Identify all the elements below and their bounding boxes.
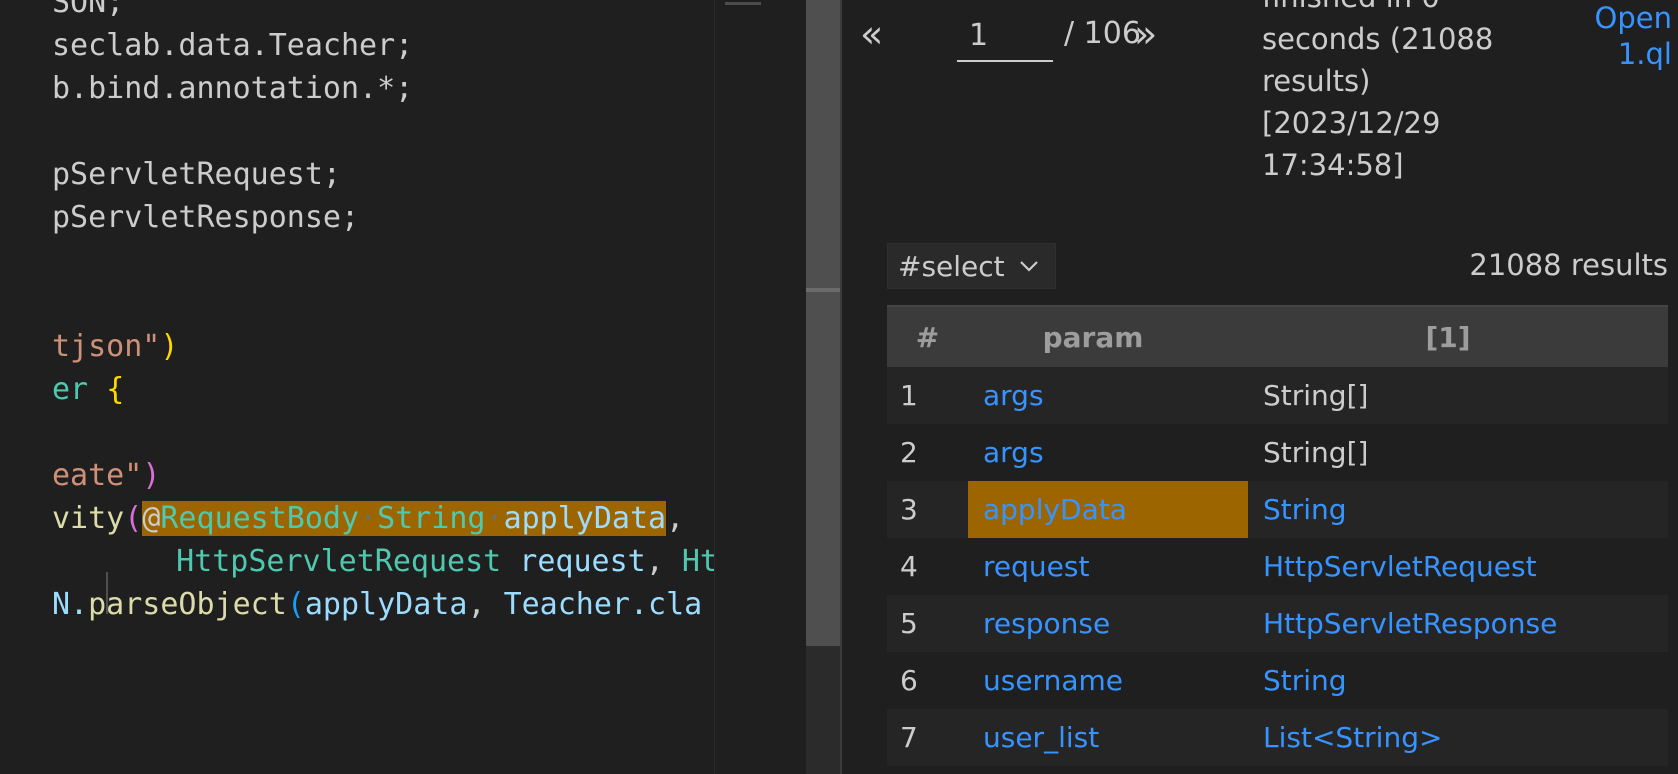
- result-set-select-label: #select: [898, 249, 1005, 283]
- row-index: 6: [900, 664, 918, 697]
- code-token: (: [286, 587, 305, 622]
- table-row[interactable]: 7 user_list List<String>: [887, 709, 1668, 766]
- code-token: pServletResponse;: [52, 200, 360, 235]
- code-token: RequestBody: [160, 501, 360, 536]
- code-token: b.bind.annotation.*;: [52, 71, 414, 106]
- code-token: tjson": [52, 329, 161, 364]
- code-token: pServletRequest;: [52, 157, 341, 192]
- code-token: ,: [645, 544, 682, 579]
- code-token: {: [106, 372, 125, 407]
- code-token: eate": [52, 458, 143, 493]
- code-token: (: [124, 501, 143, 536]
- table-header: # param [1]: [887, 305, 1668, 367]
- code-token: ·: [485, 501, 504, 536]
- chevron-down-icon: [1019, 260, 1039, 272]
- code-line[interactable]: er {: [52, 369, 124, 411]
- code-token: request: [519, 544, 646, 579]
- page-total: / 106: [1064, 16, 1141, 51]
- row-index: 2: [900, 436, 918, 469]
- next-page-button[interactable]: »: [1134, 12, 1157, 56]
- code-line[interactable]: SON;: [52, 0, 124, 24]
- param-link[interactable]: applyData: [968, 481, 1248, 538]
- row-index: 1: [900, 379, 918, 412]
- code-token: er: [52, 372, 107, 407]
- param-link[interactable]: response: [968, 595, 1248, 652]
- row-index: 4: [900, 550, 918, 583]
- type-link[interactable]: String: [1248, 481, 1668, 538]
- type-value: String[]: [1263, 379, 1369, 412]
- table-row[interactable]: 3 applyData String: [887, 481, 1668, 538]
- code-token: N.: [52, 587, 89, 622]
- code-token: ,: [666, 501, 685, 536]
- type-link[interactable]: HttpServletRequest: [1248, 538, 1668, 595]
- code-token: ·: [359, 501, 378, 536]
- type-link[interactable]: List<String>: [1248, 709, 1668, 766]
- code-token: HttpServletRequest: [140, 544, 520, 579]
- code-token: ): [142, 458, 161, 493]
- indent-guide: [106, 572, 108, 614]
- code-line[interactable]: pServletResponse;: [52, 197, 359, 239]
- code-token: ,: [467, 587, 504, 622]
- page-number-input[interactable]: [957, 10, 1053, 62]
- param-link[interactable]: user_list: [968, 709, 1248, 766]
- query-results-panel: « / 106 » finished in 0 seconds (21088 r…: [842, 0, 1678, 774]
- param-link[interactable]: args: [968, 367, 1248, 424]
- code-line[interactable]: vity(@RequestBody·String·applyData,: [52, 498, 684, 540]
- code-token: vity: [52, 501, 125, 536]
- code-line[interactable]: pServletRequest;: [52, 154, 341, 196]
- code-token: Htt: [681, 544, 714, 579]
- code-line[interactable]: N.parseObject(applyData, Teacher.cla: [52, 584, 702, 626]
- table-body: 1 args String[] 2 args String[] 3 applyData Stri…: [887, 367, 1668, 766]
- param-link[interactable]: username: [968, 652, 1248, 709]
- code-token: seclab.data.Teacher;: [52, 28, 414, 63]
- code-token: parseObject: [88, 587, 287, 622]
- row-index: 7: [900, 721, 918, 754]
- row-index: 3: [900, 493, 918, 526]
- table-row[interactable]: 1 args String[]: [887, 367, 1668, 424]
- table-row[interactable]: 6 username String: [887, 652, 1668, 709]
- column-header-param[interactable]: param: [968, 307, 1248, 367]
- code-line[interactable]: seclab.data.Teacher;: [52, 25, 413, 67]
- code-editor[interactable]: SON; seclab.data.Teacher; b.bind.annotatio…: [0, 0, 714, 774]
- query-status-text: finished in 0 seconds (21088 results) [2…: [1262, 0, 1494, 182]
- minimap[interactable]: [714, 0, 807, 774]
- code-token: SON;: [52, 0, 125, 20]
- code-line[interactable]: tjson"): [52, 326, 178, 368]
- scrollbar-position-marker: [806, 288, 840, 292]
- table-row[interactable]: 4 request HttpServletRequest: [887, 538, 1668, 595]
- param-link[interactable]: args: [968, 424, 1248, 481]
- type-value: String[]: [1263, 436, 1369, 469]
- type-link[interactable]: HttpServletResponse: [1248, 595, 1668, 652]
- result-set-select[interactable]: #select: [887, 243, 1056, 289]
- type-link[interactable]: String: [1248, 652, 1668, 709]
- code-line[interactable]: eate"): [52, 455, 160, 497]
- column-header-index[interactable]: #: [887, 307, 968, 367]
- code-token: String: [377, 501, 486, 536]
- column-header-type[interactable]: [1]: [1248, 307, 1668, 367]
- param-link[interactable]: request: [968, 538, 1248, 595]
- results-table: # param [1] 1 args String[] 2 args String[] 3 a…: [887, 305, 1668, 766]
- code-token: applyData: [503, 501, 667, 536]
- code-token: ): [160, 329, 179, 364]
- table-row[interactable]: 5 response HttpServletResponse: [887, 595, 1668, 652]
- row-index: 5: [900, 607, 918, 640]
- code-token: applyData: [304, 587, 468, 622]
- result-count: 21088 results: [1469, 248, 1668, 282]
- code-line[interactable]: b.bind.annotation.*;: [52, 68, 413, 110]
- table-row[interactable]: 2 args String[]: [887, 424, 1668, 481]
- minimap-content: [725, 2, 761, 5]
- open-query-file-link[interactable]: Open 1.ql: [1582, 0, 1672, 72]
- code-line[interactable]: HttpServletRequest request, Htt: [140, 541, 714, 583]
- code-token: Teacher.cla: [503, 587, 703, 622]
- code-token: @: [142, 501, 161, 536]
- editor-scrollbar-thumb[interactable]: [806, 0, 840, 646]
- previous-page-button[interactable]: «: [860, 12, 883, 56]
